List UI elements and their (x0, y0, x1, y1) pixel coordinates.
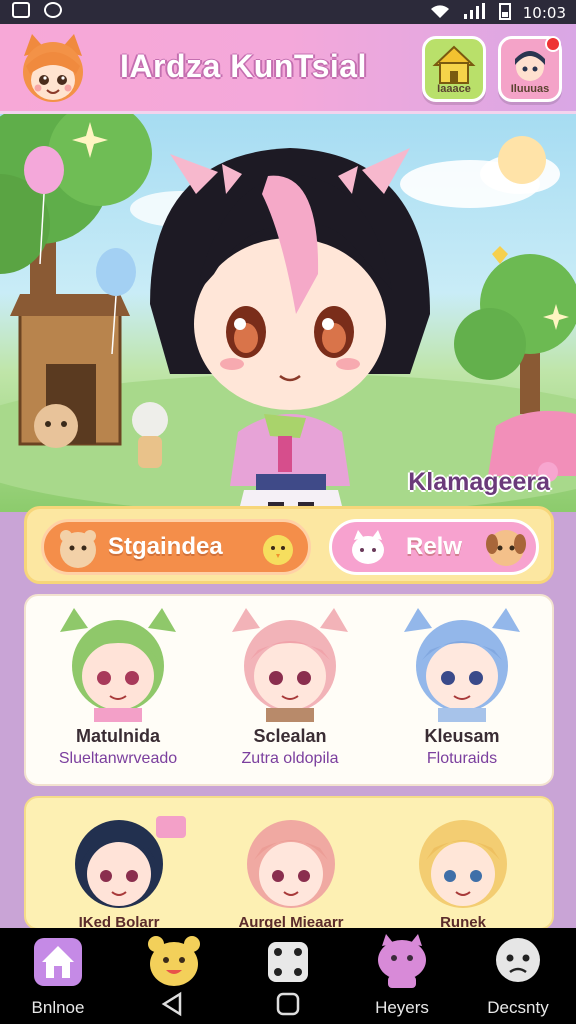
stgaindea-button[interactable]: Stgaindea (41, 519, 311, 575)
chart-notification-icon (12, 2, 30, 18)
character-name: Kleusam (424, 726, 500, 746)
app-title: IArdza KunTsial (120, 48, 367, 84)
character-card-2[interactable]: Sclealan Zutra oldopila (202, 602, 378, 784)
character-portrait (232, 608, 348, 722)
character-card-6[interactable]: Runek (388, 804, 538, 928)
bear-face-icon (148, 936, 200, 986)
hamster-icon (60, 530, 96, 568)
system-back-button[interactable] (158, 990, 186, 1018)
nav-label: Bnlnoe (31, 998, 85, 1017)
character-portrait (60, 608, 176, 722)
character-card-1[interactable]: Matulnida Slueltanwrveado (30, 602, 206, 784)
character-card-5[interactable]: Aurgel Mieaarr (216, 804, 366, 928)
character-portrait (75, 816, 186, 908)
home-icon (34, 938, 82, 986)
profile-button-label: Iluuuas (510, 83, 550, 95)
chick-icon (263, 535, 293, 565)
home-button[interactable]: Iaaace (422, 36, 486, 102)
fox-mascot-logo[interactable] (12, 30, 94, 108)
character-card-3[interactable]: Kleusam Floturaids (374, 602, 550, 784)
nav-item-heyers[interactable]: Heyers (352, 934, 452, 1018)
character-subtitle: Slueltanwrveado (58, 750, 178, 767)
house-icon (432, 45, 476, 84)
nav-label: Decsnty (487, 998, 549, 1017)
character-portrait (247, 820, 335, 908)
relw-button[interactable]: Relw (329, 519, 539, 575)
character-portrait (419, 820, 507, 908)
home-button-label: Iaaace (437, 83, 471, 95)
wifi-icon (429, 3, 451, 23)
back-triangle-icon (161, 991, 182, 1017)
hero-scene: Klamageera (0, 114, 576, 512)
gamepad-notification-icon (44, 2, 62, 18)
character-card-4[interactable]: IKed Bolarr (44, 804, 194, 928)
character-name: Sclealan (253, 726, 327, 746)
relw-label: Relw (406, 533, 463, 560)
stgaindea-label: Stgaindea (108, 533, 223, 560)
signal-icon (463, 3, 487, 23)
hero-illustration (0, 114, 576, 512)
cat-mascot-icon (378, 934, 426, 988)
home-square-icon (276, 992, 300, 1016)
system-home-button[interactable] (274, 990, 302, 1018)
status-bar: 10:03 (0, 0, 576, 24)
nav-item-decsnty[interactable]: Decsnty (468, 934, 568, 1018)
app-header: IArdza KunTsial Iaaace Iluuuas (0, 24, 576, 114)
character-name-label: Klamageera (408, 468, 550, 496)
clock: 10:03 (522, 4, 566, 22)
dice-icon (268, 942, 308, 982)
nav-item-home[interactable]: Bnlnoe (8, 934, 108, 1018)
character-subtitle: Zutra oldopila (241, 750, 339, 767)
action-bar: Stgaindea Relw (24, 506, 554, 584)
character-portrait (404, 608, 520, 722)
bottom-navigation: Bnlnoe Heyers Decsnty (0, 928, 576, 1024)
nav-label: Heyers (375, 998, 429, 1017)
profile-button[interactable]: Iluuuas (498, 36, 562, 102)
character-grid-secondary: IKed Bolarr Aurgel Mieaarr Runek (24, 796, 554, 930)
character-name: Matulnida (76, 726, 160, 746)
battery-icon (498, 2, 511, 24)
character-subtitle: Floturaids (426, 750, 498, 767)
ghost-face-icon (496, 938, 540, 982)
cat-icon (352, 530, 384, 564)
character-grid: Matulnida Slueltanwrveado Sclealan Zutra… (24, 594, 554, 786)
notification-badge (545, 36, 561, 52)
puppy-icon (486, 530, 526, 566)
